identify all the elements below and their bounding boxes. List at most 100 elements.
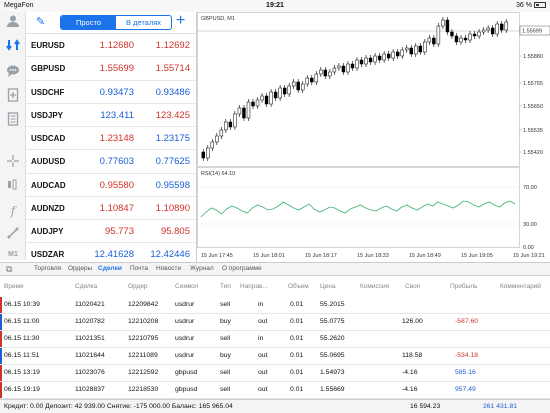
chart-title: GBPUSD, M1	[201, 16, 235, 22]
quote-bid: 1.12680	[99, 40, 134, 51]
quote-ask: 0.93486	[155, 86, 190, 98]
objects-icon[interactable]	[4, 226, 22, 244]
detailed-view-tab[interactable]: В деталях	[116, 16, 171, 29]
candle-body	[278, 87, 282, 99]
candle-body	[346, 63, 350, 73]
quote-bid: 123.411	[100, 109, 134, 121]
quote-row[interactable]: AUDUSD 0.77603 0.77625	[26, 150, 196, 174]
column-header[interactable]: Комментарий	[500, 283, 541, 290]
quote-row[interactable]: AUDCAD 0.95580 0.95598	[26, 174, 196, 197]
candle-body	[364, 57, 368, 65]
column-header[interactable]: Символ	[175, 283, 198, 290]
candle-body	[255, 99, 260, 107]
quote-row[interactable]: EURUSD 1.12680 1.12692	[26, 34, 196, 58]
column-header[interactable]: Комиссия	[360, 283, 389, 290]
cell-swap: -4.16	[402, 386, 418, 393]
candle-body	[504, 21, 508, 31]
cell-order: 12210208	[128, 318, 159, 325]
edit-icon[interactable]: ✎	[36, 15, 45, 28]
candle-body	[468, 33, 472, 41]
column-header[interactable]: Тип	[220, 283, 231, 290]
rsi-tick-label: 30.00	[523, 222, 537, 228]
cell-price: 55.0775	[320, 318, 345, 325]
chart-panel[interactable]: GBPUSD, M1RSI(14) 64.101.559951.558801.5…	[196, 12, 550, 262]
candle-body	[427, 37, 432, 43]
tab-2[interactable]: Сделки	[98, 265, 122, 272]
cell-time: 06.15 11:00	[4, 318, 40, 325]
crosshair-icon[interactable]	[4, 154, 22, 172]
candle-body	[472, 33, 477, 37]
view-mode-toggle: Просто В деталях	[60, 15, 172, 30]
list-icon[interactable]	[4, 112, 22, 130]
column-header[interactable]: Сделка	[75, 283, 97, 290]
history-table-header: Время Сделка Ордер Символ Тип Направ... Объем Ц…	[0, 281, 550, 293]
quote-bid: 12.41628	[94, 249, 134, 261]
windows-icon[interactable]: ⧉	[6, 264, 12, 275]
candle-body	[246, 101, 251, 119]
quote-row[interactable]: AUDNZD 1.10847 1.10890	[26, 197, 196, 220]
column-header[interactable]: Направ...	[240, 283, 268, 290]
zoom-chart-icon[interactable]	[4, 178, 22, 196]
cell-price: 1.55669	[320, 386, 345, 393]
table-row[interactable]: 06.15 11:30 11021351 12210795 usdrur sell in 0…	[0, 331, 550, 348]
indicators-icon[interactable]: f	[4, 202, 22, 220]
tab-5[interactable]: Журнал	[190, 265, 214, 272]
quote-row[interactable]: USDCHF 0.93473 0.93486	[26, 81, 196, 104]
quote-row[interactable]: AUDJPY 95.773 95.805	[26, 220, 196, 244]
quote-bid: 1.10847	[99, 202, 134, 214]
column-header[interactable]: Прибыль	[450, 283, 478, 290]
quote-row[interactable]: USDJPY 123.411 123.425	[26, 104, 196, 127]
deal-direction-marker	[0, 314, 2, 330]
table-row[interactable]: 06.15 13:19 11023076 12212592 gbpusd sell out…	[0, 365, 550, 382]
cell-vol: 0.01	[290, 318, 304, 325]
table-row[interactable]: 06.15 11:51 11021644 12211089 usdrur buy out 0…	[0, 348, 550, 365]
candle-body	[409, 47, 413, 55]
column-header[interactable]: Ордер	[128, 283, 148, 290]
candle-body	[332, 67, 337, 73]
cell-vol: 0.01	[290, 369, 304, 376]
column-header[interactable]: Время	[4, 283, 24, 290]
column-header[interactable]: Своп	[405, 283, 420, 290]
sidebar: f M1	[0, 12, 26, 260]
quote-ask: 1.10890	[155, 202, 190, 214]
chat-icon[interactable]	[4, 64, 22, 82]
candle-body	[296, 81, 300, 91]
candle-body	[418, 45, 423, 53]
candle-body	[242, 107, 246, 119]
price-tick-label: 1.55535	[523, 128, 543, 134]
tab-1[interactable]: Ордеры	[68, 265, 92, 272]
candle-body	[432, 37, 436, 45]
cell-type: sell	[220, 335, 231, 342]
new-document-icon[interactable]	[4, 88, 22, 106]
quote-row[interactable]: GBPUSD 1.55699 1.55714	[26, 57, 196, 81]
cell-symbol: usdrur	[175, 335, 195, 342]
simple-view-tab[interactable]: Просто	[61, 16, 116, 29]
candle-body	[341, 65, 346, 73]
column-header[interactable]: Цена	[320, 283, 336, 290]
tab-4[interactable]: Новости	[156, 265, 181, 272]
table-row[interactable]: 06.15 10:39 11020421 12209842 usdrur sell in 0…	[0, 297, 550, 314]
cell-vol: 0.01	[290, 335, 304, 342]
account-icon[interactable]	[4, 14, 22, 32]
terminal-tabs: ⧉ Торговля Ордеры Сделки Почта Новости Журнал…	[0, 262, 550, 276]
quote-symbol: USDZAR	[31, 250, 65, 260]
quote-row[interactable]: USDCAD 1.23148 1.23175	[26, 127, 196, 151]
price-chart[interactable]: GBPUSD, M1RSI(14) 64.101.559951.558801.5…	[197, 12, 550, 262]
table-row[interactable]: 06.15 11:00 11020782 12210208 usdrur buy out 0…	[0, 314, 550, 331]
tab-3[interactable]: Почта	[130, 265, 148, 272]
candle-body	[328, 71, 332, 77]
add-symbol-icon[interactable]: +	[176, 12, 185, 30]
candle-body	[273, 91, 278, 99]
candle-body	[215, 135, 219, 143]
time-tick-label: 15 Jun 18:33	[357, 253, 389, 259]
column-header[interactable]: Объем	[288, 283, 309, 290]
quotes-icon[interactable]	[4, 38, 22, 56]
candle-body	[251, 101, 255, 107]
table-row[interactable]: 06.15 19:19 11028837 12218530 gbpusd sell out…	[0, 382, 550, 399]
candle-body	[314, 73, 319, 83]
price-tick-label: 1.55420	[523, 150, 543, 156]
battery-status: 36 %	[516, 2, 546, 9]
tab-0[interactable]: Торговля	[34, 265, 61, 272]
status-bar: MegaFon 19:21 36 %	[0, 0, 550, 12]
tab-6[interactable]: О программе	[222, 265, 262, 272]
